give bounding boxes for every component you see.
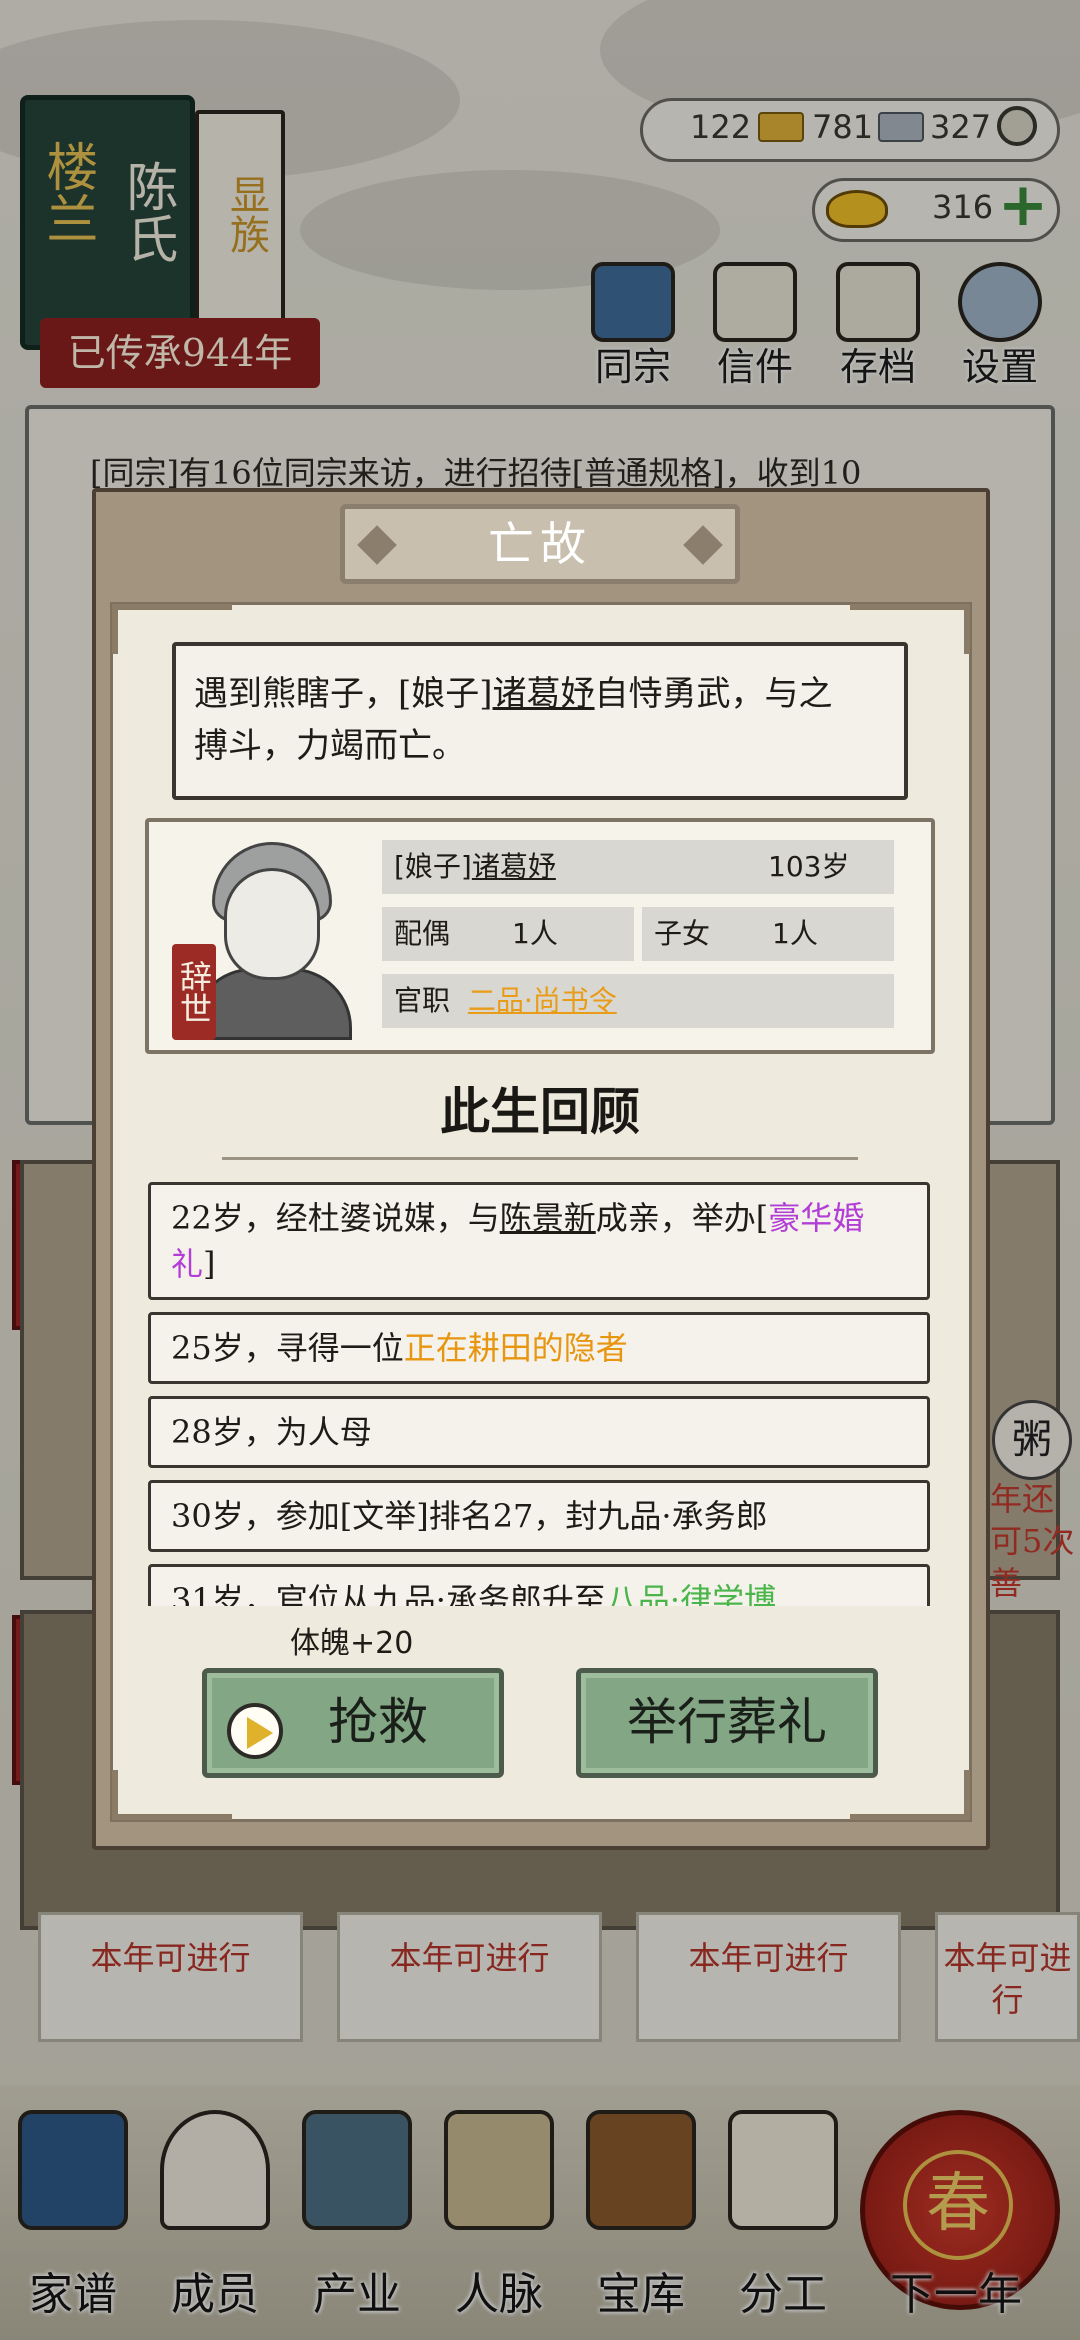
portrait-face xyxy=(224,868,320,980)
death-event-description: 遇到熊瞎子，[娘子]诸葛妤自恃勇武，与之 搏斗，力竭而亡。 xyxy=(172,642,908,800)
video-play-icon xyxy=(227,1703,283,1759)
event-text: 自恃勇武，与之 xyxy=(594,674,833,714)
stat-change-text: 体魄+20 xyxy=(290,1626,414,1661)
dialog-title: 亡故 xyxy=(340,504,740,584)
office-row: 官职 二品·尚书令 xyxy=(382,974,894,1028)
funeral-button-label: 举行葬礼 xyxy=(627,1693,827,1751)
life-event-text: 22岁，经杜婆说媒，与 xyxy=(171,1199,500,1237)
person-name[interactable]: 诸葛妤 xyxy=(472,850,556,883)
promotion-highlight: 八品·律学博 xyxy=(605,1581,777,1606)
hermit-highlight: 正在耕田的隐者 xyxy=(403,1329,628,1367)
office-value[interactable]: 二品·尚书令 xyxy=(468,984,617,1017)
title-diamond xyxy=(683,525,723,565)
life-event-item: 30岁，参加[文举]排名27，封九品·承务郎 xyxy=(148,1480,930,1552)
funeral-button[interactable]: 举行葬礼 xyxy=(576,1668,878,1778)
life-review-title: 此生回顾 xyxy=(440,1082,640,1141)
rescue-button[interactable]: 抢救 xyxy=(202,1668,504,1778)
rescue-button-label: 抢救 xyxy=(328,1693,428,1751)
life-event-text: 成亲，举办[ xyxy=(595,1199,769,1237)
person-age: 103岁 xyxy=(768,850,850,883)
life-event-item: 28岁，为人母 xyxy=(148,1396,930,1468)
title-diamond xyxy=(357,525,397,565)
office-label: 官职 xyxy=(394,984,451,1017)
children-value: 1人 xyxy=(772,917,818,950)
life-events-list[interactable]: 22岁，经杜婆说媒，与陈景新成亲，举办[豪华婚礼] 25岁，寻得一位正在耕田的隐… xyxy=(148,1182,932,1606)
spouse-value: 1人 xyxy=(512,917,558,950)
event-person-name[interactable]: 诸葛妤 xyxy=(493,674,595,714)
life-event-item: 31岁，官位从九品·承务郎升至八品·律学博 xyxy=(148,1564,930,1606)
life-event-text: 31岁，官位从九品·承务郎升至 xyxy=(171,1581,606,1606)
spouse-name-link[interactable]: 陈景新 xyxy=(500,1199,596,1237)
life-event-item: 25岁，寻得一位正在耕田的隐者 xyxy=(148,1312,930,1384)
life-event-text: ] xyxy=(203,1245,216,1283)
review-divider xyxy=(222,1146,858,1160)
life-event-text: 30岁，参加[文举]排名27，封九品·承务郎 xyxy=(171,1497,768,1535)
person-role: [娘子] xyxy=(394,850,472,883)
event-line-2: 搏斗，力竭而亡。 xyxy=(194,726,466,766)
dialog-title-text: 亡故 xyxy=(488,517,592,571)
children-label: 子女 xyxy=(654,917,711,950)
event-text: 遇到熊瞎子，[娘子] xyxy=(194,674,493,714)
life-event-text: 25岁，寻得一位 xyxy=(171,1329,404,1367)
life-event-text: 28岁，为人母 xyxy=(171,1413,372,1451)
event-line-1: 遇到熊瞎子，[娘子]诸葛妤自恃勇武，与之 xyxy=(194,668,886,720)
spouse-label: 配偶 xyxy=(394,917,451,950)
life-event-item: 22岁，经杜婆说媒，与陈景新成亲，举办[豪华婚礼] xyxy=(148,1182,930,1300)
deceased-tag: 辞世 xyxy=(172,944,216,1040)
